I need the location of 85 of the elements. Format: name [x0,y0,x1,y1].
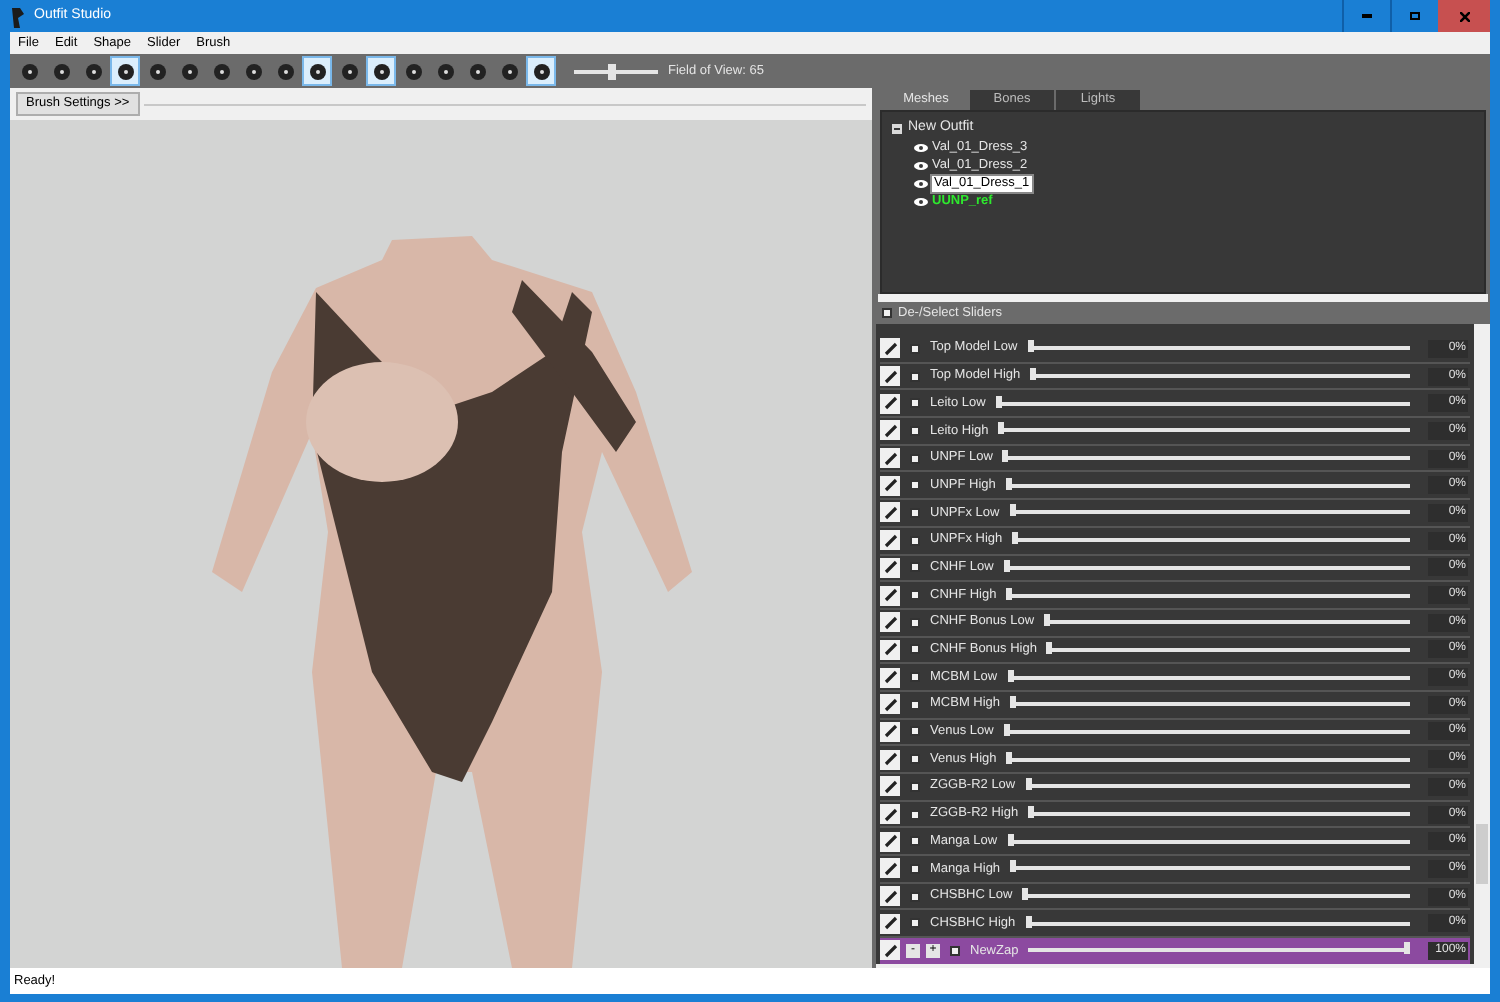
checkbox[interactable] [910,562,920,573]
slider[interactable] [1025,778,1410,795]
edit-button[interactable] [880,749,900,770]
edit-button[interactable] [880,913,900,934]
checkbox[interactable] [910,425,920,436]
slider[interactable] [1009,504,1410,521]
edit-button[interactable] [880,557,900,578]
close-icon [1459,11,1469,21]
slider[interactable] [1010,860,1410,877]
edit-button[interactable] [880,776,900,797]
brush-tool-button[interactable] [302,56,332,86]
slider[interactable] [1003,559,1410,576]
edit-button[interactable] [880,475,900,496]
edit-button[interactable] [880,338,900,359]
slider[interactable] [1025,915,1410,932]
expander-icon[interactable] [892,123,902,134]
slider[interactable] [1003,723,1410,740]
checkbox[interactable] [910,617,920,628]
edit-button[interactable] [880,886,900,907]
eye-icon[interactable] [914,198,928,206]
checkbox[interactable] [910,781,920,792]
slider[interactable] [1044,614,1410,631]
checkbox[interactable] [910,754,920,765]
edit-button[interactable] [880,858,900,879]
app-icon [10,5,26,27]
edit-button[interactable] [880,804,900,825]
eye-icon[interactable] [914,180,928,188]
slider[interactable] [1010,696,1410,713]
brush-tool-button[interactable] [526,56,556,86]
checkbox[interactable] [882,308,892,318]
checkbox[interactable] [910,836,920,847]
edit-button[interactable] [880,366,900,387]
edit-button[interactable] [880,831,900,852]
eye-icon[interactable] [914,144,928,152]
checkbox[interactable] [910,863,920,874]
slider[interactable] [1007,833,1410,850]
brush-tool-button[interactable] [366,56,396,86]
edit-button[interactable] [880,721,900,742]
checkbox[interactable] [910,507,920,518]
edit-button[interactable] [880,585,900,606]
fov-slider[interactable] [574,62,658,80]
edit-button[interactable] [880,694,900,715]
slider[interactable] [1027,340,1410,357]
brush-tool-button[interactable] [110,56,140,86]
checkbox[interactable] [910,371,920,382]
checkbox[interactable] [910,699,920,710]
edit-button[interactable] [880,420,900,441]
checkbox[interactable] [910,480,920,491]
slider[interactable] [1022,888,1410,905]
slider[interactable] [1005,477,1410,494]
edit-button[interactable] [880,530,900,551]
checkbox[interactable] [910,726,920,737]
checkbox[interactable] [910,644,920,655]
slider[interactable] [995,395,1410,412]
eye-icon[interactable] [914,162,928,170]
checkbox[interactable] [910,918,920,929]
slider[interactable] [1028,806,1410,823]
checkbox[interactable] [910,891,920,902]
checkbox[interactable] [910,809,920,820]
slider[interactable] [1012,532,1410,549]
checkbox[interactable] [910,343,920,354]
edit-button[interactable] [880,667,900,688]
checkbox[interactable] [910,398,920,409]
edit-button[interactable] [880,393,900,414]
slider[interactable] [1007,669,1410,686]
checkbox[interactable] [910,590,920,601]
slider[interactable] [1006,751,1410,768]
edit-button[interactable] [880,448,900,469]
edit-button[interactable] [880,639,900,660]
slider[interactable] [1028,942,1410,959]
slider[interactable] [1002,450,1410,467]
edit-button[interactable] [880,612,900,633]
checkbox[interactable] [910,535,920,546]
close-button[interactable] [1438,0,1490,32]
slider[interactable] [998,422,1410,439]
edit-button[interactable] [880,940,900,961]
slider[interactable] [1030,368,1410,385]
checkbox[interactable] [910,672,920,683]
scrollbar[interactable] [1474,324,1490,964]
checkbox[interactable] [910,453,920,464]
checkbox[interactable] [950,945,960,956]
slider[interactable] [1006,587,1410,604]
slider[interactable] [1046,641,1410,658]
3d-viewport[interactable] [10,120,872,968]
edit-button[interactable] [880,502,900,523]
